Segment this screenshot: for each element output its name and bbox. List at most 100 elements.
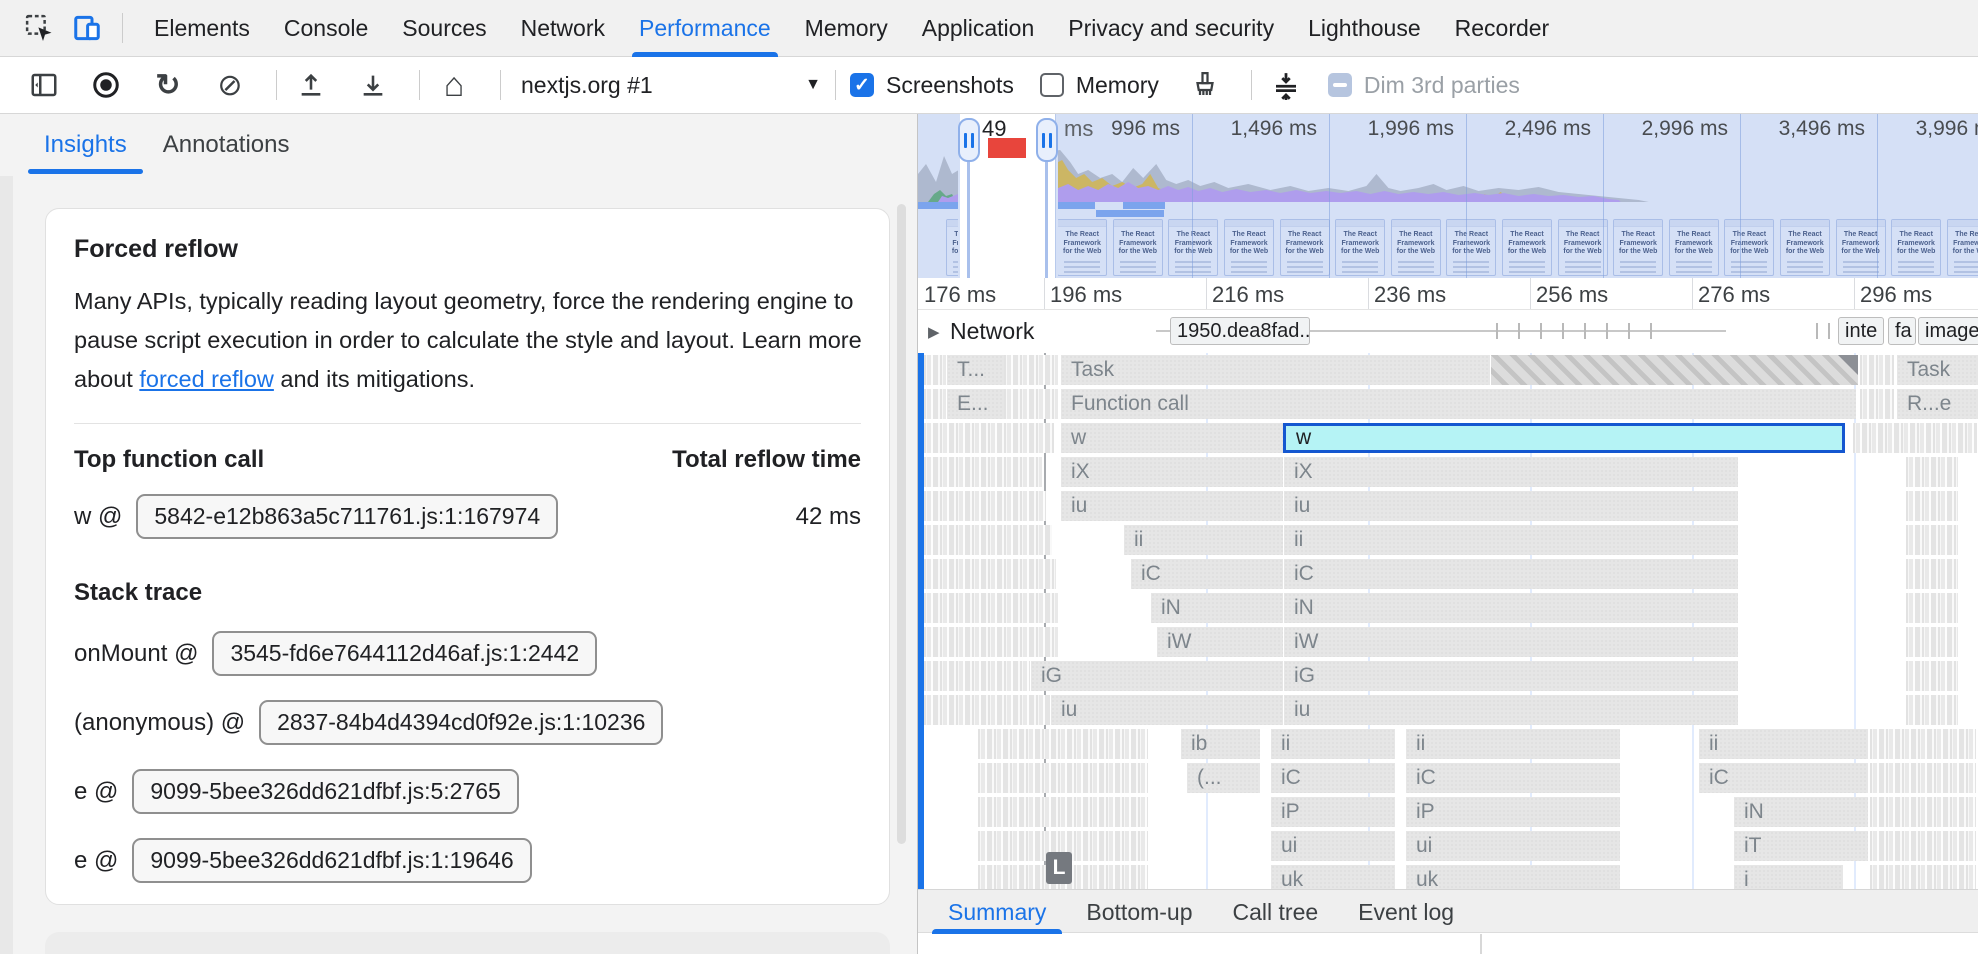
sidebar-tab-insights[interactable]: Insights: [26, 114, 145, 176]
flame-bar[interactable]: iu: [1060, 491, 1283, 521]
device-toolbar-icon[interactable]: [70, 11, 104, 45]
collect-garbage-icon[interactable]: [1185, 65, 1225, 105]
network-request[interactable]: 1950.dea8fad...: [1170, 317, 1310, 345]
network-request[interactable]: image: [1918, 317, 1978, 345]
flamechart[interactable]: T...TaskTaskE...Function callR...ewwiXiX…: [918, 353, 1978, 889]
ruler-tick: [1692, 278, 1693, 310]
details-tab-call-tree[interactable]: Call tree: [1213, 890, 1339, 934]
flame-bar[interactable]: iP: [1270, 797, 1395, 827]
sidebar-scrollbar[interactable]: [897, 204, 906, 844]
flame-bar[interactable]: iu: [1050, 695, 1283, 725]
flame-bar[interactable]: Function call: [1060, 389, 1856, 419]
flame-bar[interactable]: iC: [1283, 559, 1738, 589]
memory-label[interactable]: Memory: [1076, 72, 1159, 99]
details-tab-summary[interactable]: Summary: [928, 890, 1066, 934]
source-location-link[interactable]: 9099-5bee326dd621dfbf.js:1:19646: [132, 838, 531, 883]
tab-sources[interactable]: Sources: [385, 0, 503, 57]
tab-lighthouse[interactable]: Lighthouse: [1291, 0, 1438, 57]
flame-bar[interactable]: E...: [946, 389, 1004, 419]
disclosure-triangle-icon[interactable]: ▶: [928, 323, 940, 341]
flame-bar[interactable]: Task: [1060, 355, 1490, 385]
flame-bar[interactable]: iC: [1270, 763, 1395, 793]
flame-bar[interactable]: iN: [1283, 593, 1738, 623]
flame-bar[interactable]: iN: [1150, 593, 1283, 623]
screenshots-label[interactable]: Screenshots: [886, 72, 1014, 99]
flame-bar[interactable]: iG: [1283, 661, 1738, 691]
flame-bar[interactable]: iX: [1060, 457, 1283, 487]
tab-application[interactable]: Application: [905, 0, 1052, 57]
selection-left-handle[interactable]: [958, 118, 980, 162]
flame-bar[interactable]: ii: [1283, 525, 1738, 555]
flame-bar-selected[interactable]: w: [1283, 423, 1845, 453]
profile-select[interactable]: nextjs.org #1 ▼: [521, 72, 821, 99]
flame-bar[interactable]: iW: [1283, 627, 1738, 657]
flame-bar[interactable]: uk: [1405, 865, 1620, 889]
flame-bar[interactable]: R...e: [1896, 389, 1978, 419]
flame-bar[interactable]: (...: [1186, 763, 1260, 793]
flame-bar[interactable]: iN: [1733, 797, 1868, 827]
flame-bar[interactable]: iC: [1698, 763, 1868, 793]
flame-bar[interactable]: w: [1060, 423, 1283, 453]
sidebar-gutter: [0, 176, 13, 954]
flame-bar[interactable]: Task: [1896, 355, 1978, 385]
upload-profile-icon[interactable]: [291, 65, 331, 105]
clear-icon[interactable]: ⊘: [210, 65, 250, 105]
flame-bar[interactable]: ii: [1698, 729, 1868, 759]
flame-bar[interactable]: iP: [1405, 797, 1620, 827]
tab-memory[interactable]: Memory: [788, 0, 905, 57]
cache-lifetimes-insight-card[interactable]: Use efficient cache lifetimes: [45, 932, 890, 954]
network-request[interactable]: inte: [1838, 317, 1884, 345]
network-request[interactable]: fa: [1888, 317, 1916, 345]
tab-network[interactable]: Network: [504, 0, 622, 57]
details-tab-bottom-up[interactable]: Bottom-up: [1066, 890, 1212, 934]
flame-bar[interactable]: ib: [1180, 729, 1260, 759]
timeline-minimap[interactable]: The ReactFrameworkfor the WebThe ReactFr…: [918, 114, 1978, 278]
flame-bar[interactable]: iG: [1030, 661, 1283, 691]
flame-micro-bars: [924, 457, 1042, 487]
stack-trace-list: onMount @3545-fd6e7644112d46af.js:1:2442…: [74, 631, 861, 883]
source-location-link[interactable]: 2837-84b4d4394cd0f92e.js:1:10236: [259, 700, 663, 745]
flame-bar[interactable]: ii: [1405, 729, 1620, 759]
ruler-label: 236 ms: [1374, 282, 1446, 308]
tab-elements[interactable]: Elements: [137, 0, 267, 57]
source-location-link[interactable]: 5842-e12b863a5c711761.js:1:167974: [136, 494, 558, 539]
home-icon[interactable]: ⌂: [434, 65, 474, 105]
source-location-link[interactable]: 9099-5bee326dd621dfbf.js:5:2765: [132, 769, 518, 814]
flame-bar[interactable]: [1490, 355, 1858, 385]
forced-reflow-link[interactable]: forced reflow: [139, 366, 274, 392]
flame-bar[interactable]: T...: [946, 355, 1004, 385]
memory-checkbox[interactable]: [1040, 73, 1064, 97]
download-profile-icon[interactable]: [353, 65, 393, 105]
record-icon[interactable]: [86, 65, 126, 105]
flame-bar[interactable]: ui: [1405, 831, 1620, 861]
source-location-link[interactable]: 3545-fd6e7644112d46af.js:1:2442: [212, 631, 597, 676]
flame-bar[interactable]: ii: [1123, 525, 1283, 555]
sidebar-tab-annotations[interactable]: Annotations: [145, 114, 308, 176]
flame-bar[interactable]: uk: [1270, 865, 1395, 889]
total-reflow-time-header: Total reflow time: [672, 446, 861, 474]
network-track-label[interactable]: Network: [950, 318, 1034, 345]
flame-bar[interactable]: iC: [1130, 559, 1283, 589]
toggle-sidebar-icon[interactable]: [24, 65, 64, 105]
flame-bar[interactable]: iX: [1283, 457, 1738, 487]
tab-performance[interactable]: Performance: [622, 0, 788, 57]
flame-bar[interactable]: ii: [1270, 729, 1395, 759]
tab-recorder[interactable]: Recorder: [1438, 0, 1567, 57]
flame-bar[interactable]: iW: [1156, 627, 1283, 657]
details-tab-event-log[interactable]: Event log: [1338, 890, 1474, 934]
flame-micro-bars: [924, 525, 1052, 555]
flame-bar[interactable]: iC: [1405, 763, 1620, 793]
flamechart-ruler[interactable]: 176 ms196 ms216 ms236 ms256 ms276 ms296 …: [918, 278, 1978, 310]
tab-privacy-and-security[interactable]: Privacy and security: [1051, 0, 1291, 57]
tab-console[interactable]: Console: [267, 0, 385, 57]
reload-record-icon[interactable]: ↻: [148, 65, 188, 105]
flame-bar[interactable]: iT: [1733, 831, 1868, 861]
flame-bar[interactable]: ui: [1270, 831, 1395, 861]
flame-bar[interactable]: iu: [1283, 695, 1738, 725]
collapse-tracks-icon[interactable]: [1266, 65, 1306, 105]
flame-bar[interactable]: iu: [1283, 491, 1738, 521]
selection-right-handle[interactable]: [1036, 118, 1058, 162]
flame-bar[interactable]: i: [1733, 865, 1843, 889]
screenshots-checkbox[interactable]: [850, 73, 874, 97]
inspect-element-icon[interactable]: [22, 11, 56, 45]
